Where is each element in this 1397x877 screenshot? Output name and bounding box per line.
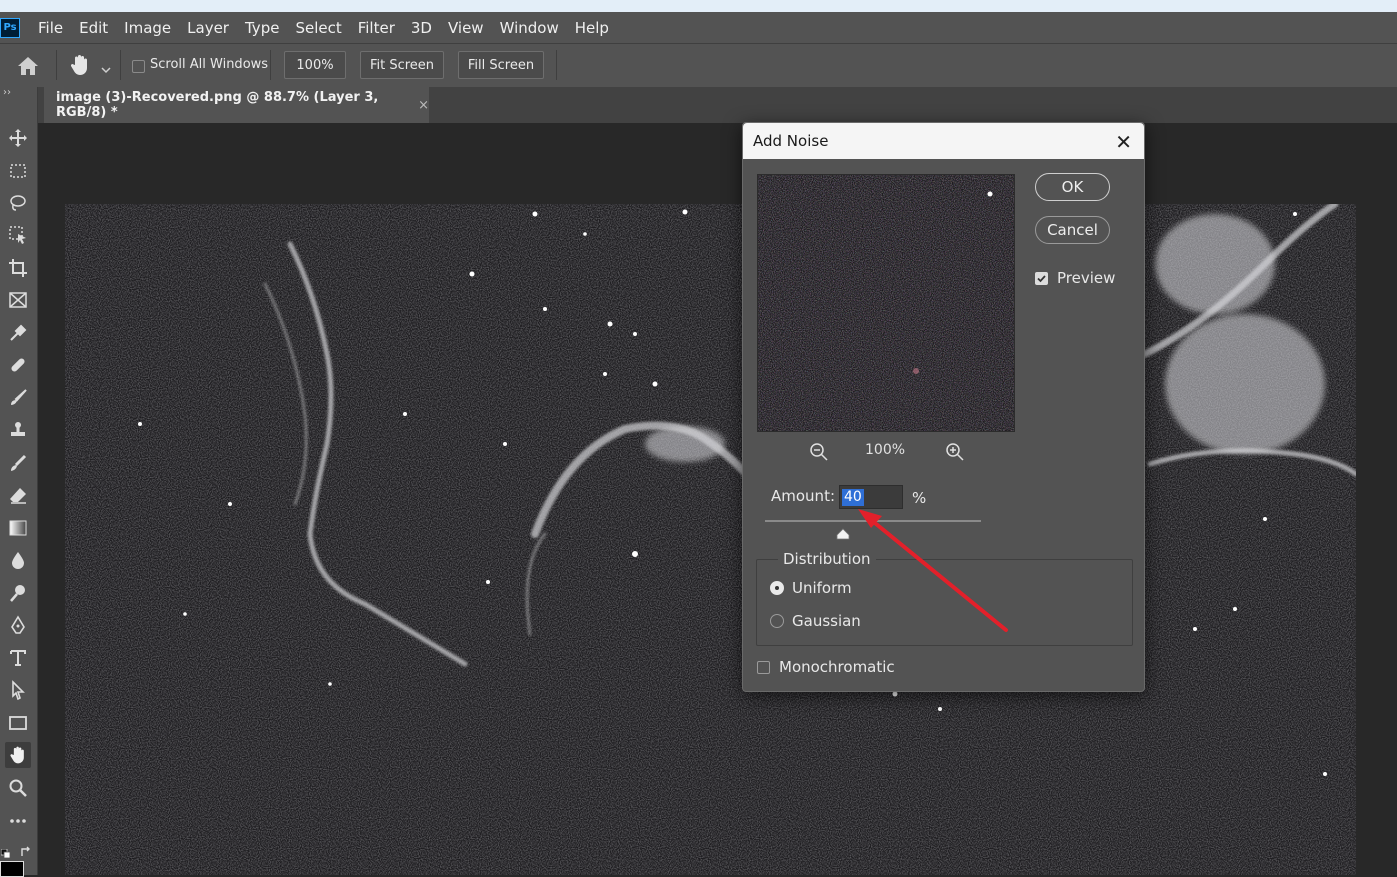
menu-filter[interactable]: Filter bbox=[350, 19, 403, 37]
menu-help[interactable]: Help bbox=[567, 19, 617, 37]
distribution-label: Distribution bbox=[778, 550, 876, 568]
zoom-tool-icon[interactable] bbox=[5, 775, 31, 801]
type-tool-icon[interactable] bbox=[5, 645, 31, 671]
default-colors-icon[interactable] bbox=[0, 844, 11, 859]
clone-stamp-tool-icon[interactable] bbox=[5, 417, 31, 443]
distribution-group bbox=[756, 559, 1133, 646]
ok-button[interactable]: OK bbox=[1035, 173, 1110, 201]
divider bbox=[120, 50, 121, 80]
menu-select[interactable]: Select bbox=[287, 19, 349, 37]
amount-unit: % bbox=[912, 489, 927, 507]
options-bar: Scroll All Windows 100% Fit Screen Fill … bbox=[0, 43, 1397, 88]
preview-zoom-level: 100% bbox=[865, 442, 906, 458]
uniform-radio[interactable] bbox=[770, 581, 784, 595]
preview-label: Preview bbox=[1057, 269, 1116, 287]
amount-value: 40 bbox=[842, 489, 864, 506]
crop-tool-icon[interactable] bbox=[5, 255, 31, 281]
dialog-title: Add Noise bbox=[753, 132, 829, 150]
window-title-strip bbox=[0, 0, 1397, 12]
blur-tool-icon[interactable] bbox=[5, 547, 31, 573]
healing-brush-tool-icon[interactable] bbox=[5, 352, 31, 378]
menu-view[interactable]: View bbox=[440, 19, 492, 37]
path-selection-tool-icon[interactable] bbox=[5, 677, 31, 703]
dialog-title-bar: Add Noise ✕ bbox=[743, 123, 1144, 159]
zoom-out-icon[interactable] bbox=[809, 442, 829, 462]
scroll-all-windows-label: Scroll All Windows bbox=[150, 57, 269, 72]
dodge-tool-icon[interactable] bbox=[5, 580, 31, 606]
swap-colors-icon[interactable] bbox=[20, 843, 32, 856]
rectangle-tool-icon[interactable] bbox=[5, 710, 31, 736]
history-brush-tool-icon[interactable] bbox=[5, 450, 31, 476]
filter-preview[interactable] bbox=[757, 174, 1015, 432]
gaussian-radio[interactable] bbox=[770, 614, 784, 628]
fill-screen-button[interactable]: Fill Screen bbox=[458, 51, 544, 79]
document-tab[interactable]: image (3)-Recovered.png @ 88.7% (Layer 3… bbox=[44, 87, 429, 123]
checkmark-icon bbox=[1037, 275, 1046, 283]
close-icon[interactable]: ✕ bbox=[1115, 130, 1132, 154]
hand-tool-icon[interactable] bbox=[68, 53, 92, 77]
zoom-100-button[interactable]: 100% bbox=[284, 51, 346, 79]
amount-field[interactable]: 40 bbox=[839, 485, 903, 509]
menu-type[interactable]: Type bbox=[237, 19, 287, 37]
menu-3d[interactable]: 3D bbox=[403, 19, 440, 37]
panel-collapse-icon[interactable]: ›› bbox=[3, 87, 11, 98]
image-canvas[interactable] bbox=[65, 204, 1356, 875]
document-tab-title: image (3)-Recovered.png @ 88.7% (Layer 3… bbox=[56, 90, 379, 120]
add-noise-dialog: Add Noise ✕ OK Cancel Preview 100% Amoun… bbox=[742, 122, 1145, 692]
zoom-in-icon[interactable] bbox=[945, 442, 965, 462]
scroll-all-windows-checkbox[interactable] bbox=[132, 60, 145, 73]
move-tool-icon[interactable] bbox=[5, 125, 31, 151]
frame-tool-icon[interactable] bbox=[5, 287, 31, 313]
menu-edit[interactable]: Edit bbox=[71, 19, 116, 37]
preview-image bbox=[758, 175, 1014, 431]
lasso-tool-icon[interactable] bbox=[5, 190, 31, 216]
eraser-tool-icon[interactable] bbox=[5, 482, 31, 508]
marquee-tool-icon[interactable] bbox=[5, 158, 31, 184]
uniform-label: Uniform bbox=[792, 579, 852, 597]
fit-screen-button[interactable]: Fit Screen bbox=[360, 51, 444, 79]
preview-checkbox[interactable] bbox=[1035, 272, 1048, 285]
pen-tool-icon[interactable] bbox=[5, 612, 31, 638]
divider bbox=[56, 50, 57, 80]
menu-window[interactable]: Window bbox=[492, 19, 567, 37]
cancel-button[interactable]: Cancel bbox=[1035, 216, 1110, 244]
hand-tool-icon[interactable] bbox=[5, 742, 31, 768]
brush-tool-icon[interactable] bbox=[5, 385, 31, 411]
amount-slider-thumb[interactable] bbox=[836, 525, 850, 540]
monochromatic-label: Monochromatic bbox=[779, 658, 895, 676]
more-tools-icon[interactable] bbox=[5, 808, 31, 834]
amount-label: Amount: bbox=[771, 487, 835, 505]
monochromatic-checkbox[interactable] bbox=[757, 661, 770, 674]
menu-layer[interactable]: Layer bbox=[179, 19, 237, 37]
divider bbox=[270, 50, 271, 80]
menu-file[interactable]: File bbox=[30, 19, 71, 37]
gradient-tool-icon[interactable] bbox=[5, 515, 31, 541]
photoshop-logo-icon: Ps bbox=[0, 17, 20, 38]
nebula-image bbox=[65, 204, 1356, 875]
tools-panel: ›› bbox=[0, 87, 38, 877]
document-tab-bar: image (3)-Recovered.png @ 88.7% (Layer 3… bbox=[38, 87, 1397, 123]
divider bbox=[556, 50, 557, 80]
close-tab-icon[interactable]: × bbox=[418, 98, 429, 113]
home-icon[interactable] bbox=[16, 55, 40, 77]
menu-image[interactable]: Image bbox=[116, 19, 179, 37]
eyedropper-tool-icon[interactable] bbox=[5, 320, 31, 346]
amount-slider[interactable] bbox=[765, 520, 981, 522]
object-selection-tool-icon[interactable] bbox=[5, 222, 31, 248]
menu-bar: Ps File Edit Image Layer Type Select Fil… bbox=[0, 12, 1397, 43]
chevron-down-icon[interactable] bbox=[101, 60, 111, 74]
gaussian-label: Gaussian bbox=[792, 612, 861, 630]
